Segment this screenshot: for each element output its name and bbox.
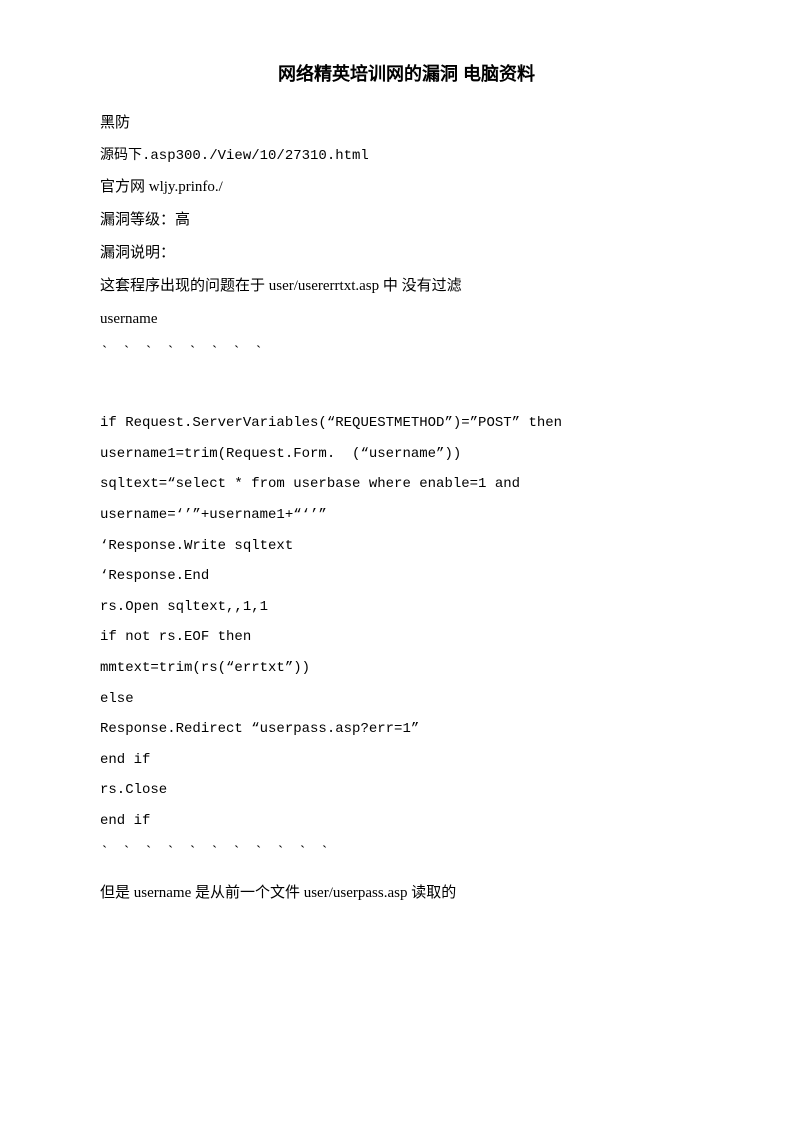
code-line-7: ‘Response.End bbox=[100, 563, 713, 590]
dots2: ` ` ` ` ` ` ` ` ` ` ` bbox=[100, 839, 713, 866]
page-title: 网络精英培训网的漏洞 电脑资料 bbox=[100, 60, 713, 86]
vuln-desc-text: 这套程序出现的问题在于 user/usererrtxt.asp 中 没有过滤 bbox=[100, 273, 713, 300]
code-line-12: Response.Redirect “userpass.asp?err=1” bbox=[100, 716, 713, 743]
footer-text: 但是 username 是从前一个文件 user/userpass.asp 读取… bbox=[100, 880, 713, 907]
code-line-9: if not rs.EOF then bbox=[100, 624, 713, 651]
official-site: 官方网 wljy.prinfo./ bbox=[100, 174, 713, 201]
vuln-level: 漏洞等级：高 bbox=[100, 207, 713, 234]
dots1: ` ` ` ` ` ` ` ` bbox=[100, 339, 713, 366]
vuln-desc-label: 漏洞说明： bbox=[100, 240, 713, 267]
username-text: username bbox=[100, 306, 713, 333]
source-label: 黑防 bbox=[100, 110, 713, 137]
code-line-10: mmtext=trim(rs(“errtxt”)) bbox=[100, 655, 713, 682]
code-line-14: rs.Close bbox=[100, 777, 713, 804]
code-line-11: else bbox=[100, 686, 713, 713]
code-line-1 bbox=[100, 380, 713, 407]
code-section: if Request.ServerVariables(“REQUESTMETHO… bbox=[100, 380, 713, 835]
code-line-3: username1=trim(Request.Form. (“username”… bbox=[100, 441, 713, 468]
code-line-13: end if bbox=[100, 747, 713, 774]
code-line-15: end if bbox=[100, 808, 713, 835]
source-url: 源码下.asp300./View/10/27310.html bbox=[100, 143, 713, 170]
code-line-2: if Request.ServerVariables(“REQUESTMETHO… bbox=[100, 410, 713, 437]
code-line-6: ‘Response.Write sqltext bbox=[100, 533, 713, 560]
code-line-5: username=‘’”+username1+“‘’” bbox=[100, 502, 713, 529]
code-line-4: sqltext=“select * from userbase where en… bbox=[100, 471, 713, 498]
code-line-8: rs.Open sqltext,,1,1 bbox=[100, 594, 713, 621]
